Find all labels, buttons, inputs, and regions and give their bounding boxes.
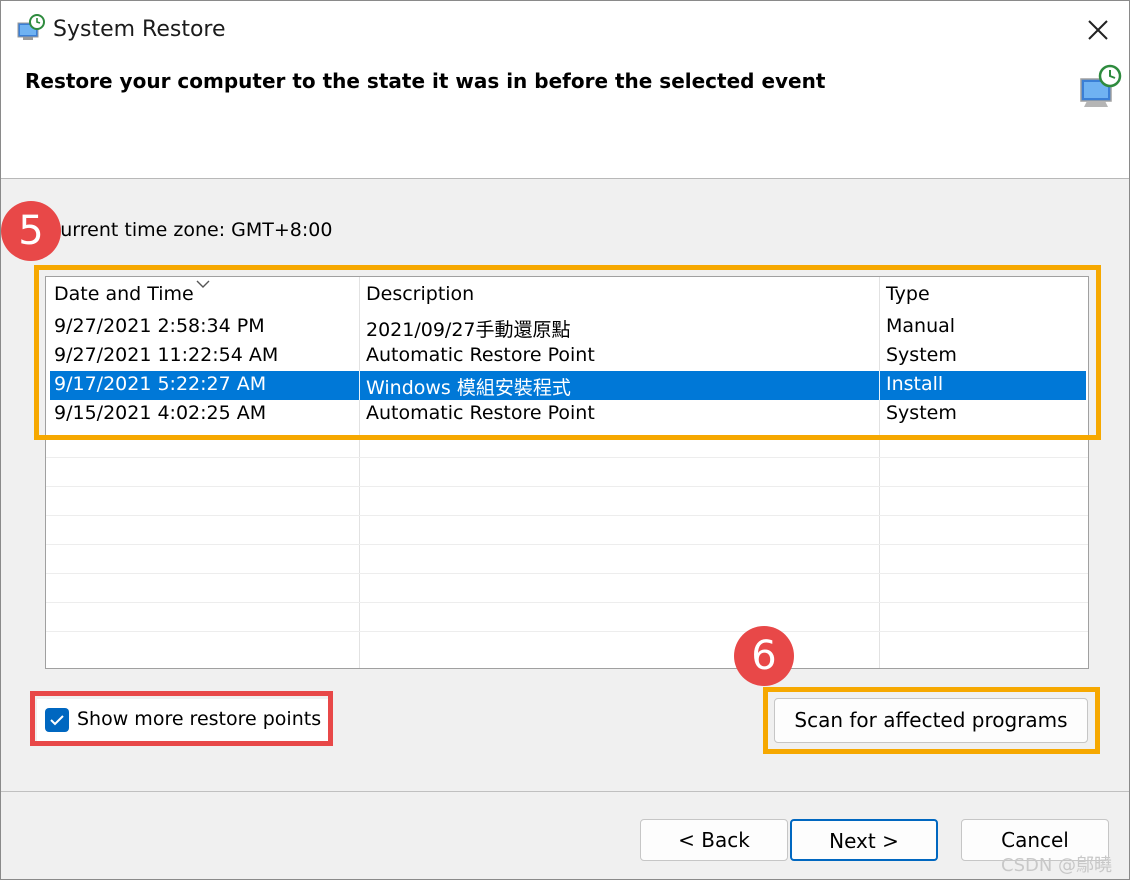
row-divider [46,515,1088,516]
step-badge-5: 5 [1,201,61,261]
next-button[interactable]: Next > [790,819,938,861]
window-title: System Restore [53,17,226,42]
highlight-box-scan [763,687,1100,754]
highlight-box-list [34,265,1101,440]
row-divider [46,602,1088,603]
step-badge-6: 6 [734,626,794,686]
footer-separator [1,791,1129,792]
row-divider [46,631,1088,632]
highlight-box-checkbox [30,691,333,746]
system-restore-icon [1080,64,1122,107]
watermark: CSDN @鄔曉 [1001,855,1113,876]
row-divider [46,486,1088,487]
row-divider [46,573,1088,574]
system-restore-window: System Restore Restore your computer to … [0,0,1130,880]
back-button[interactable]: < Back [640,819,788,861]
row-divider [46,457,1088,458]
wizard-header: System Restore Restore your computer to … [1,1,1129,179]
page-heading: Restore your computer to the state it wa… [25,69,826,93]
timezone-label: Current time zone: GMT+8:00 [47,219,333,241]
system-restore-icon [17,14,45,40]
close-icon[interactable] [1081,13,1115,47]
row-divider [46,544,1088,545]
